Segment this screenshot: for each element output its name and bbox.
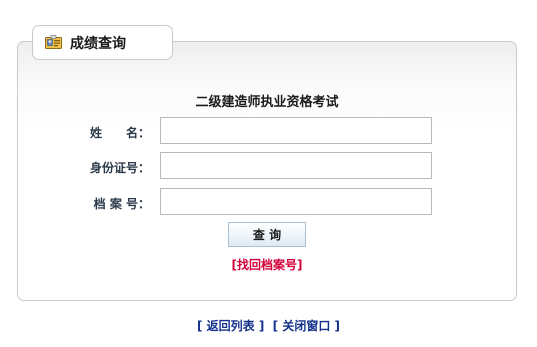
exam-title: 二级建造师执业资格考试 bbox=[195, 95, 339, 110]
archive-number-input[interactable] bbox=[160, 188, 432, 215]
name-label: 姓 名： bbox=[72, 124, 150, 141]
archive-number-label: 档 案 号： bbox=[72, 195, 150, 212]
name-label-text: 姓 名： bbox=[89, 126, 150, 140]
footer-links: [ 返回列表 ] [ 关闭窗口 ] bbox=[0, 317, 537, 334]
id-card-icon bbox=[45, 35, 62, 49]
panel-tab: 成绩查询 bbox=[32, 25, 173, 60]
name-input[interactable] bbox=[160, 117, 432, 144]
id-number-label: 身份证号： bbox=[72, 159, 150, 176]
recover-archive-number-link-text[interactable]: [找回档案号] bbox=[232, 258, 303, 272]
recover-archive-number-link: [找回档案号] bbox=[17, 256, 517, 273]
query-button[interactable]: 查 询 bbox=[228, 222, 306, 247]
panel-title: 成绩查询 bbox=[70, 35, 126, 52]
back-to-list-link[interactable]: [ 返回列表 ] bbox=[197, 319, 264, 333]
id-number-label-text: 身份证号： bbox=[89, 161, 150, 175]
close-window-link[interactable]: [ 关闭窗口 ] bbox=[273, 319, 340, 333]
archive-number-label-text: 档 案 号： bbox=[93, 197, 150, 211]
page: 成绩查询 二级建造师执业资格考试 姓 名： 身份证号： 档 案 号： 查 询 [… bbox=[0, 0, 537, 347]
id-number-input[interactable] bbox=[160, 152, 432, 179]
